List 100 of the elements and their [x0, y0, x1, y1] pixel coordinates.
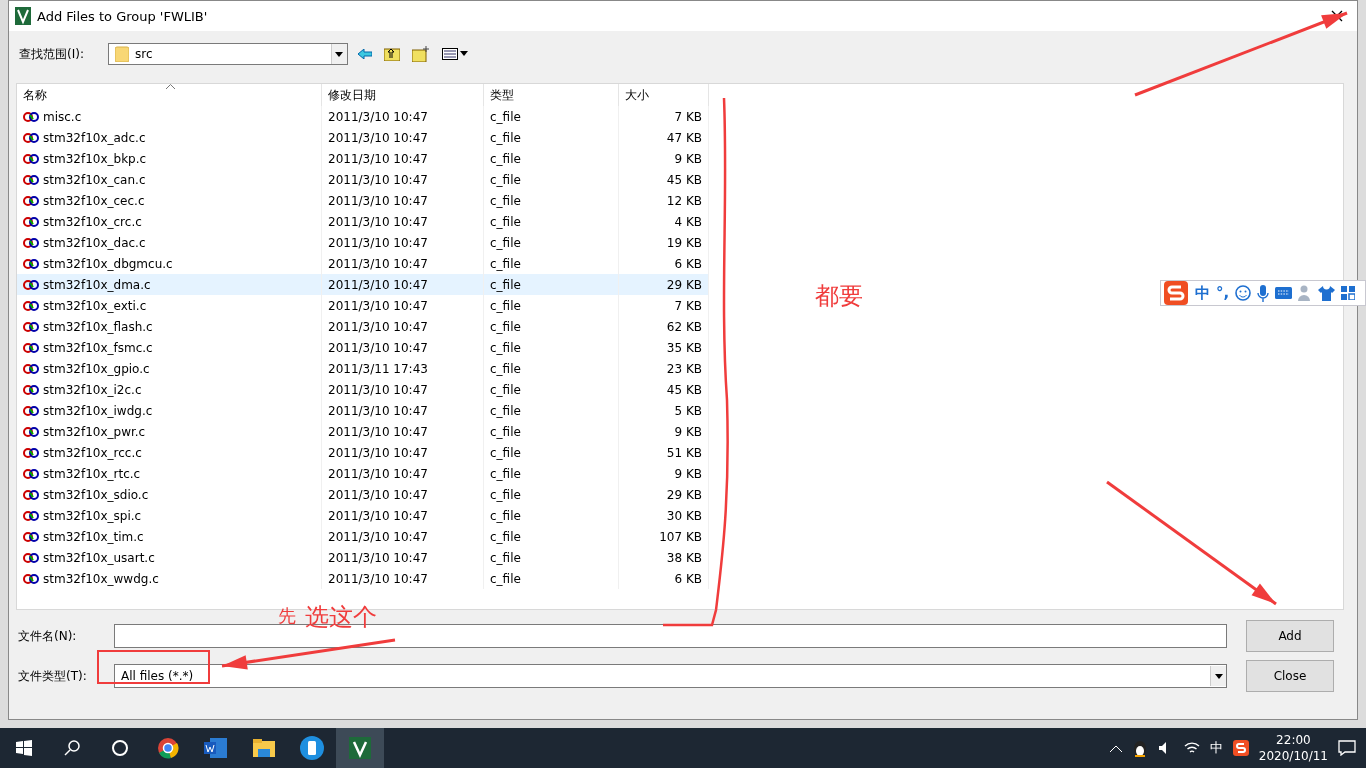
file-name-cell[interactable]: stm32f10x_dma.c [17, 274, 322, 295]
file-name-cell[interactable]: stm32f10x_rcc.c [17, 442, 322, 463]
table-cell: 29 KB [619, 484, 709, 505]
table-cell: 2011/3/10 10:47 [322, 400, 484, 421]
table-cell: 2011/3/10 10:47 [322, 379, 484, 400]
column-header[interactable]: 名称 [17, 84, 322, 106]
file-name-cell[interactable]: stm32f10x_rtc.c [17, 463, 322, 484]
new-folder-icon[interactable] [409, 46, 432, 62]
file-name-cell[interactable]: stm32f10x_i2c.c [17, 379, 322, 400]
table-cell: 51 KB [619, 442, 709, 463]
table-cell: 2011/3/11 17:43 [322, 358, 484, 379]
file-icon [23, 405, 39, 416]
file-icon [23, 573, 39, 584]
table-cell: c_file [484, 106, 619, 127]
wifi-icon[interactable] [1183, 741, 1200, 755]
input-mode-toggle[interactable]: 中 [1195, 283, 1210, 303]
sogou-logo-icon[interactable] [1163, 280, 1189, 306]
table-cell: 29 KB [619, 274, 709, 295]
notification-icon[interactable] [1338, 740, 1356, 756]
table-cell: c_file [484, 568, 619, 589]
close-button[interactable]: Close [1246, 660, 1334, 692]
input-mode-indicator[interactable]: 中 [1209, 739, 1223, 757]
table-cell: 38 KB [619, 547, 709, 568]
table-cell: 9 KB [619, 421, 709, 442]
file-name-cell[interactable]: stm32f10x_dac.c [17, 232, 322, 253]
table-cell: 2011/3/10 10:47 [322, 232, 484, 253]
clock[interactable]: 22:00 2020/10/11 [1258, 732, 1328, 764]
back-arrow-icon[interactable] [355, 49, 374, 59]
table-cell: 5 KB [619, 400, 709, 421]
table-cell: c_file [484, 295, 619, 316]
table-cell: 2011/3/10 10:47 [322, 148, 484, 169]
table-cell: c_file [484, 316, 619, 337]
file-name-cell[interactable]: misc.c [17, 106, 322, 127]
view-menu-icon[interactable] [439, 48, 470, 60]
file-icon [23, 258, 39, 269]
penguin-icon[interactable] [1131, 739, 1148, 757]
annotation-text: 选这个 [305, 602, 377, 633]
table-cell: 35 KB [619, 337, 709, 358]
app-icon[interactable] [336, 728, 384, 768]
file-name-cell[interactable]: stm32f10x_bkp.c [17, 148, 322, 169]
punctuation-toggle[interactable]: °, [1216, 284, 1230, 302]
column-header[interactable]: 类型 [484, 84, 619, 106]
file-type-label: 文件类型(T): [18, 667, 88, 685]
file-name-cell[interactable]: stm32f10x_tim.c [17, 526, 322, 547]
file-icon [23, 321, 39, 332]
file-name-cell[interactable]: stm32f10x_usart.c [17, 547, 322, 568]
file-name-cell[interactable]: stm32f10x_exti.c [17, 295, 322, 316]
smiley-icon[interactable] [1235, 285, 1252, 301]
table-cell: c_file [484, 547, 619, 568]
file-icon [23, 195, 39, 206]
file-icon [23, 237, 39, 248]
file-name-cell[interactable]: stm32f10x_iwdg.c [17, 400, 322, 421]
sogou-icon[interactable] [1232, 740, 1249, 756]
table-cell: c_file [484, 400, 619, 421]
table-cell: c_file [484, 127, 619, 148]
file-name-cell[interactable]: stm32f10x_can.c [17, 169, 322, 190]
file-name-cell[interactable]: stm32f10x_pwr.c [17, 421, 322, 442]
table-cell: 2011/3/10 10:47 [322, 316, 484, 337]
file-name-label: 文件名(N): [18, 627, 78, 645]
table-cell: 62 KB [619, 316, 709, 337]
file-icon [23, 174, 39, 185]
table-cell: c_file [484, 484, 619, 505]
file-name-cell[interactable]: stm32f10x_flash.c [17, 316, 322, 337]
column-header[interactable]: 修改日期 [322, 84, 484, 106]
table-cell: c_file [484, 505, 619, 526]
file-name-cell[interactable]: stm32f10x_spi.c [17, 505, 322, 526]
file-name-cell[interactable]: stm32f10x_crc.c [17, 211, 322, 232]
table-cell: 2011/3/10 10:47 [322, 421, 484, 442]
file-icon [23, 279, 39, 290]
file-name-cell[interactable]: stm32f10x_wwdg.c [17, 568, 322, 589]
file-icon [23, 153, 39, 164]
look-in-dropdown[interactable]: src [107, 43, 348, 65]
table-cell: c_file [484, 463, 619, 484]
table-cell: c_file [484, 358, 619, 379]
table-cell: c_file [484, 379, 619, 400]
file-type-dropdown[interactable]: All files (*.*) [114, 664, 1227, 688]
keyboard-icon[interactable] [1275, 287, 1293, 299]
grid-icon[interactable] [1341, 286, 1356, 300]
table-cell: 2011/3/10 10:47 [322, 547, 484, 568]
add-button[interactable]: Add [1246, 620, 1334, 652]
file-name-cell[interactable]: stm32f10x_gpio.c [17, 358, 322, 379]
table-cell: c_file [484, 526, 619, 547]
table-cell: 2011/3/10 10:47 [322, 274, 484, 295]
app-icon [15, 7, 31, 25]
table-cell: 4 KB [619, 211, 709, 232]
caret-up-icon[interactable] [1109, 744, 1122, 752]
file-icon [23, 426, 39, 437]
shirt-icon[interactable] [1318, 285, 1336, 301]
table-cell: 45 KB [619, 169, 709, 190]
file-icon [23, 111, 39, 122]
microphone-icon[interactable] [1257, 284, 1270, 302]
table-cell: 45 KB [619, 379, 709, 400]
table-cell: 2011/3/10 10:47 [322, 484, 484, 505]
file-name-cell[interactable]: stm32f10x_cec.c [17, 190, 322, 211]
table-cell: 23 KB [619, 358, 709, 379]
file-name-cell[interactable]: stm32f10x_sdio.c [17, 484, 322, 505]
file-name-cell[interactable]: stm32f10x_adc.c [17, 127, 322, 148]
column-header[interactable]: 大小 [619, 84, 709, 106]
up-folder-icon[interactable] [381, 47, 402, 61]
file-name-cell[interactable]: stm32f10x_fsmc.c [17, 337, 322, 358]
